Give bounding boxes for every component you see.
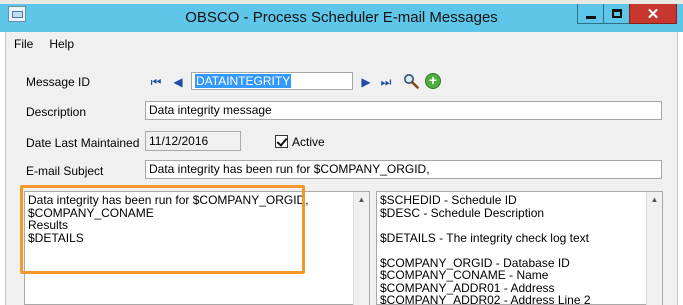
minimize-icon (585, 15, 596, 19)
green-plus-icon[interactable]: + (425, 73, 441, 89)
first-record-button[interactable]: ⏮ (149, 74, 163, 90)
active-label: Active (292, 135, 325, 149)
maximize-button[interactable] (603, 4, 630, 24)
variables-reference-textarea[interactable]: $SCHEDID - Schedule ID $DESC - Schedule … (376, 191, 663, 305)
minimize-button[interactable] (577, 4, 604, 24)
last-record-button[interactable]: ⏭ (379, 74, 393, 90)
menu-file[interactable]: File (6, 35, 41, 53)
previous-record-icon: ◀ (173, 75, 183, 89)
highlight-annotation-box (20, 185, 305, 274)
next-record-icon: ▶ (361, 75, 371, 89)
close-icon: ✕ (646, 5, 660, 23)
description-label: Description (26, 105, 87, 119)
message-id-input[interactable]: DATAINTEGRITY (191, 72, 353, 90)
magnifier-icon[interactable] (403, 73, 419, 89)
email-subject-label: E-mail Subject (26, 164, 104, 178)
scroll-up-arrow-icon[interactable]: ▲ (647, 192, 662, 207)
active-checkbox[interactable] (275, 135, 288, 148)
close-button[interactable]: ✕ (629, 4, 677, 24)
message-id-value: DATAINTEGRITY (195, 74, 292, 88)
message-id-label: Message ID (26, 75, 91, 89)
previous-record-button[interactable]: ◀ (171, 74, 185, 90)
email-subject-input[interactable]: Data integrity has been run for $COMPANY… (145, 160, 662, 179)
scroll-up-arrow-icon[interactable]: ▲ (354, 192, 369, 207)
description-input[interactable]: Data integrity message (145, 101, 662, 120)
menu-help[interactable]: Help (41, 35, 82, 53)
date-last-maintained-field: 11/12/2016 (145, 131, 241, 151)
variables-scrollbar[interactable]: ▲ (646, 192, 662, 305)
menu-bar: File Help (6, 35, 82, 53)
message-body-scrollbar[interactable]: ▲ (353, 192, 369, 305)
first-record-icon: ⏮ (150, 75, 162, 89)
last-record-icon: ⏭ (380, 75, 392, 89)
date-last-maintained-label: Date Last Maintained (26, 136, 140, 150)
next-record-button[interactable]: ▶ (359, 74, 373, 90)
maximize-icon (611, 9, 622, 18)
